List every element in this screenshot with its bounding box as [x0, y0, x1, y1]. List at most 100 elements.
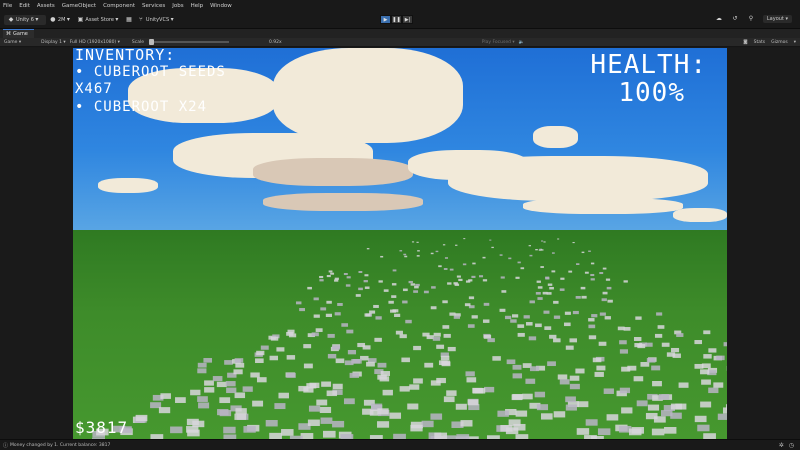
camera-icon[interactable]: ◙ [743, 40, 747, 45]
menu-item-services[interactable]: Services [142, 3, 165, 9]
flower-patch [197, 368, 207, 374]
flower-patch [723, 342, 727, 347]
flower-patch [316, 399, 328, 406]
flower-patch [564, 311, 571, 315]
gizmos-button[interactable]: Gizmos [771, 40, 788, 45]
flower-patch [446, 390, 457, 396]
step-button[interactable]: ▶| [402, 15, 413, 24]
flower-patch [380, 255, 384, 258]
flower-patch [391, 283, 397, 286]
flower-patch [252, 400, 264, 407]
game-view-dropdown[interactable]: Game ▾ [4, 40, 21, 45]
cloud [448, 156, 708, 201]
menu-item-edit[interactable]: Edit [19, 3, 30, 9]
menu-item-assets[interactable]: Assets [37, 3, 55, 9]
flower-patch [603, 388, 614, 394]
flower-patch [382, 389, 393, 396]
menu-item-window[interactable]: Window [210, 3, 232, 9]
flower-patch [440, 355, 450, 361]
flower-patch [442, 325, 450, 329]
flower-patch [634, 343, 643, 348]
flower-patch [671, 347, 680, 353]
history-icon[interactable]: ↺ [731, 15, 739, 23]
layout-dropdown[interactable]: Layout ▾ [762, 15, 792, 23]
vcs-button[interactable]: ⑂ UnityVCS ▾ [138, 16, 177, 23]
flower-patch [581, 251, 585, 254]
flower-patch [588, 324, 596, 329]
flower-patch [471, 275, 476, 278]
game-view[interactable]: INVENTORY: • CUBEROOT SEEDS X467 • CUBER… [73, 48, 727, 439]
flower-patch [482, 256, 486, 259]
tab-game[interactable]: ⌘ Game [3, 29, 34, 38]
play-button[interactable]: ▶ [380, 15, 391, 24]
flower-patch [553, 411, 566, 418]
scale-slider[interactable] [149, 39, 229, 45]
menu-item-file[interactable]: File [3, 3, 12, 9]
cloud-icon[interactable]: ☁ [715, 15, 723, 23]
flower-patch [373, 304, 379, 308]
menu-item-help[interactable]: Help [191, 3, 204, 9]
flower-patch [357, 342, 366, 348]
flower-patch [535, 248, 538, 251]
build-button[interactable]: ▦ [126, 16, 134, 23]
menu-item-jobs[interactable]: Jobs [172, 3, 183, 9]
flower-patch [619, 340, 627, 345]
flower-patch [330, 272, 335, 275]
pause-button[interactable]: ❚❚ [391, 15, 402, 24]
flower-patch [377, 421, 390, 428]
cloud [673, 208, 727, 222]
flower-patch [219, 410, 232, 417]
flower-patch [377, 362, 387, 368]
flower-patch [557, 374, 568, 380]
flower-patch [432, 336, 441, 341]
flower-patch [478, 275, 484, 278]
flower-patch [602, 291, 608, 295]
flower-patch [255, 358, 264, 364]
flower-patch [512, 393, 523, 400]
flower-patch [703, 330, 711, 335]
status-message[interactable]: Money changed by 1. Current balance: 381… [10, 443, 110, 448]
flower-patch [636, 400, 648, 407]
flower-patch [442, 300, 448, 304]
play-mode-dropdown[interactable]: Play Focused ▾ [482, 40, 515, 45]
flower-patch [590, 278, 595, 281]
flower-patch [463, 238, 466, 240]
flower-patch [701, 363, 711, 369]
flower-patch [670, 403, 683, 410]
asset-store-label: Asset Store [85, 16, 114, 23]
play-icon: ▶ [383, 16, 388, 23]
flower-patch [535, 323, 542, 328]
play-mode-label: Play Focused [481, 39, 511, 45]
progress-icon[interactable]: ◷ [789, 442, 794, 449]
menu-item-gameobject[interactable]: GameObject [62, 3, 96, 9]
flower-patch [303, 363, 313, 369]
mute-icon[interactable]: 🔈 [519, 40, 525, 45]
scale-slider-handle[interactable] [149, 39, 154, 45]
flower-patch [235, 362, 245, 368]
tab-game-label: Game [13, 31, 28, 37]
flower-patch [349, 372, 359, 378]
flower-patch [462, 263, 467, 266]
flower-patch [435, 250, 439, 253]
flower-patch [358, 270, 363, 273]
flower-patch [187, 429, 200, 437]
display-dropdown[interactable]: Display 1 ▾ [41, 40, 66, 45]
flower-patch [497, 410, 509, 417]
search-icon[interactable]: ⚲ [747, 15, 755, 23]
chevron-down-icon[interactable]: ▾ [794, 40, 796, 45]
flower-patch [235, 408, 247, 415]
resolution-dropdown[interactable]: Full HD (1920x1080) ▾ [70, 40, 120, 45]
stats-button[interactable]: Stats [754, 40, 766, 45]
flower-patch [399, 386, 410, 392]
cloud [523, 198, 683, 214]
flower-patch [306, 383, 317, 389]
unity-account-button[interactable]: ◆ Unity 6 ▾ [4, 14, 46, 25]
flower-patch [224, 360, 233, 365]
flower-patch [549, 286, 554, 290]
menu-item-component[interactable]: Component [103, 3, 135, 9]
asset-store-button[interactable]: ▣ Asset Store ▾ [77, 16, 121, 23]
flower-patch [515, 410, 528, 417]
flower-patch [540, 266, 544, 268]
account-button[interactable]: ● 2M ▾ [50, 16, 74, 23]
bug-icon[interactable]: ✲ [779, 442, 784, 449]
